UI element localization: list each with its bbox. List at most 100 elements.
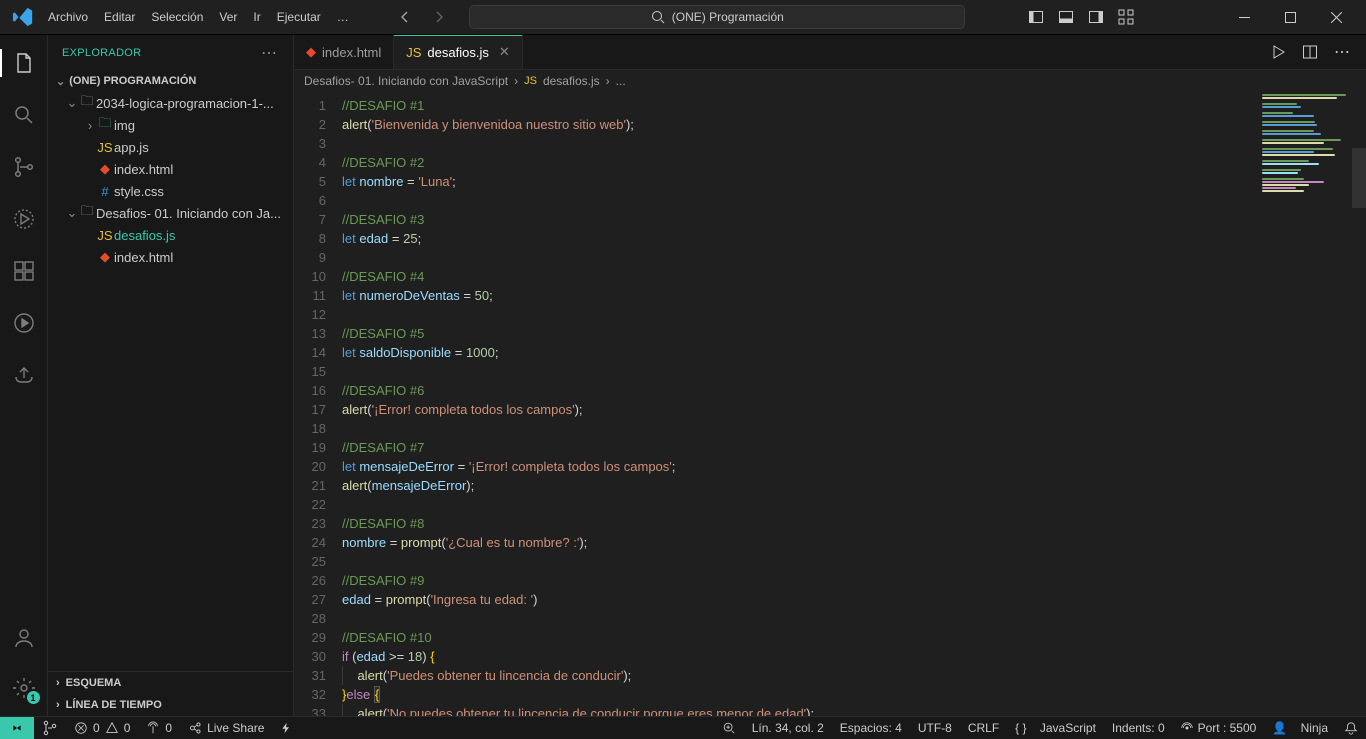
sb-branch[interactable] bbox=[34, 717, 66, 739]
zoom-icon bbox=[722, 721, 736, 735]
minimize-button[interactable] bbox=[1222, 0, 1268, 35]
nav-back-icon[interactable] bbox=[397, 9, 413, 25]
breadcrumb-seg[interactable]: ... bbox=[616, 74, 626, 88]
layout-sidebar-left-icon[interactable] bbox=[1028, 9, 1044, 25]
warning-icon bbox=[105, 721, 119, 735]
js-file-icon: JS bbox=[96, 140, 114, 155]
radio-tower-icon bbox=[146, 721, 160, 735]
layout-panel-icon[interactable] bbox=[1058, 9, 1074, 25]
file-label: desafios.js bbox=[114, 228, 175, 243]
explorer-panel: EXPLORADOR ⋯ ⌄ (ONE) PROGRAMACIÓN ⌄ 🗀 20… bbox=[48, 35, 294, 716]
menu-ver[interactable]: Ver bbox=[211, 6, 245, 28]
line-gutter: 1234567891011121314151617181920212223242… bbox=[294, 92, 338, 716]
activity-bar: 1 bbox=[0, 35, 48, 716]
close-window-button[interactable] bbox=[1314, 0, 1360, 35]
minimap[interactable] bbox=[1246, 92, 1366, 716]
remote-indicator[interactable] bbox=[0, 717, 34, 739]
overview-ruler[interactable] bbox=[1352, 148, 1366, 208]
ninja-icon: 👤 bbox=[1272, 721, 1287, 735]
editor-actions: ⋯ bbox=[1270, 35, 1366, 69]
editor-more-icon[interactable]: ⋯ bbox=[1334, 42, 1352, 62]
breadcrumb-seg[interactable]: Desafios- 01. Iniciando con JavaScript bbox=[304, 74, 508, 88]
outline-section[interactable]: ›ESQUEMA bbox=[48, 672, 293, 694]
nav-arrows bbox=[397, 9, 447, 25]
sb-indents[interactable]: Indents: 0 bbox=[1104, 717, 1173, 739]
tab-label: index.html bbox=[322, 45, 381, 60]
breadcrumb-seg[interactable]: desafios.js bbox=[543, 74, 600, 88]
split-editor-icon[interactable] bbox=[1302, 44, 1318, 60]
activity-debug-console[interactable] bbox=[0, 303, 48, 343]
tab-desafiosjs[interactable]: JS desafios.js ✕ bbox=[394, 35, 523, 69]
broadcast-icon bbox=[1181, 722, 1193, 734]
chevron-right-icon: › bbox=[514, 74, 518, 88]
breadcrumbs[interactable]: Desafios- 01. Iniciando con JavaScript ›… bbox=[294, 70, 1366, 92]
live-share-icon bbox=[188, 721, 202, 735]
folder-icon: 🗀 bbox=[78, 92, 96, 114]
layout-controls bbox=[1028, 9, 1134, 25]
close-tab-icon[interactable]: ✕ bbox=[499, 44, 510, 60]
layout-customize-icon[interactable] bbox=[1118, 9, 1134, 25]
file-appjs[interactable]: JS app.js bbox=[48, 136, 293, 158]
file-indexhtml2[interactable]: ◆ index.html bbox=[48, 246, 293, 268]
sb-bell[interactable] bbox=[1336, 717, 1366, 739]
settings-badge: 1 bbox=[27, 691, 40, 704]
sb-problems[interactable]: 0 0 bbox=[66, 717, 138, 739]
sb-ninja[interactable]: 👤 Ninja bbox=[1264, 717, 1336, 739]
sb-lang[interactable]: { } JavaScript bbox=[1007, 717, 1104, 739]
folder-icon: 🗀 bbox=[96, 114, 114, 136]
menu-editar[interactable]: Editar bbox=[96, 6, 143, 28]
activity-settings[interactable]: 1 bbox=[0, 668, 48, 708]
activity-source-control[interactable] bbox=[0, 147, 48, 187]
folder-img[interactable]: › 🗀 img bbox=[48, 114, 293, 136]
sb-spaces[interactable]: Espacios: 4 bbox=[832, 717, 910, 739]
activity-accounts[interactable] bbox=[0, 618, 48, 658]
layout-sidebar-right-icon[interactable] bbox=[1088, 9, 1104, 25]
sb-golive[interactable]: Port : 5500 bbox=[1173, 717, 1265, 739]
sb-liveshare[interactable]: Live Share bbox=[180, 717, 272, 739]
explorer-more-icon[interactable]: ⋯ bbox=[261, 43, 279, 63]
sb-zoom[interactable] bbox=[714, 717, 744, 739]
file-desafiosjs[interactable]: JS desafios.js bbox=[48, 224, 293, 246]
code-content[interactable]: //DESAFIO #1alert('Bienvenida y bienveni… bbox=[338, 92, 1366, 716]
menu-ejecutar[interactable]: Ejecutar bbox=[269, 6, 329, 28]
run-icon[interactable] bbox=[1270, 44, 1286, 60]
folder-2034[interactable]: ⌄ 🗀 2034-logica-programacion-1-... bbox=[48, 92, 293, 114]
explorer-title: EXPLORADOR bbox=[62, 47, 141, 59]
file-label: app.js bbox=[114, 140, 149, 155]
title-bar: ArchivoEditarSelecciónVerIrEjecutar … (O… bbox=[0, 0, 1366, 35]
sb-ports[interactable]: 0 bbox=[138, 717, 180, 739]
menu-selección[interactable]: Selección bbox=[143, 6, 211, 28]
sb-encoding[interactable]: UTF-8 bbox=[910, 717, 960, 739]
code-editor[interactable]: 1234567891011121314151617181920212223242… bbox=[294, 92, 1366, 716]
tab-indexhtml[interactable]: ◆ index.html bbox=[294, 35, 394, 69]
menu-archivo[interactable]: Archivo bbox=[40, 6, 96, 28]
activity-extensions[interactable] bbox=[0, 251, 48, 291]
tree-root[interactable]: ⌄ (ONE) PROGRAMACIÓN bbox=[48, 70, 293, 92]
folder-desafios[interactable]: ⌄ 🗀 Desafios- 01. Iniciando con Ja... bbox=[48, 202, 293, 224]
status-bar: 0 0 0 Live Share Lín. 34, col. 2 Espacio… bbox=[0, 716, 1366, 738]
sb-eol[interactable]: CRLF bbox=[960, 717, 1007, 739]
html-file-icon: ◆ bbox=[306, 44, 316, 60]
file-label: index.html bbox=[114, 162, 173, 177]
braces-icon: { } bbox=[1015, 721, 1026, 735]
nav-forward-icon[interactable] bbox=[431, 9, 447, 25]
command-center[interactable]: (ONE) Programación bbox=[469, 5, 965, 29]
html-file-icon: ◆ bbox=[96, 249, 114, 265]
file-stylecss[interactable]: # style.css bbox=[48, 180, 293, 202]
section-label: ESQUEMA bbox=[66, 677, 122, 689]
sb-cursor-pos[interactable]: Lín. 34, col. 2 bbox=[744, 717, 832, 739]
menu-overflow[interactable]: … bbox=[329, 6, 357, 28]
activity-port-forward[interactable] bbox=[0, 355, 48, 395]
timeline-section[interactable]: ›LÍNEA DE TIEMPO bbox=[48, 694, 293, 716]
search-icon bbox=[650, 9, 666, 25]
activity-search[interactable] bbox=[0, 95, 48, 135]
folder-icon: 🗀 bbox=[78, 202, 96, 224]
file-tree: ⌄ (ONE) PROGRAMACIÓN ⌄ 🗀 2034-logica-pro… bbox=[48, 70, 293, 274]
sb-lightning[interactable] bbox=[272, 717, 300, 739]
explorer-collapsed-sections: ›ESQUEMA ›LÍNEA DE TIEMPO bbox=[48, 671, 293, 716]
activity-run-debug[interactable] bbox=[0, 199, 48, 239]
menu-ir[interactable]: Ir bbox=[245, 6, 268, 28]
activity-explorer[interactable] bbox=[0, 43, 48, 83]
maximize-button[interactable] bbox=[1268, 0, 1314, 35]
file-indexhtml[interactable]: ◆ index.html bbox=[48, 158, 293, 180]
